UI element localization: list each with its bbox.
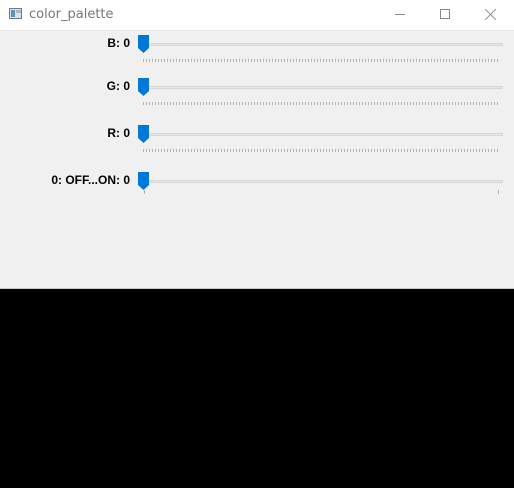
trackbar-switch-groove[interactable] [143, 180, 503, 183]
trackbar-g-thumb[interactable] [138, 78, 149, 96]
trackbar-r-ticks [143, 149, 499, 152]
trackbar-g-label: G: 0 [106, 79, 130, 93]
trackbar-r-thumb[interactable] [138, 125, 149, 143]
trackbar-b-groove[interactable] [143, 43, 503, 46]
minimize-button[interactable] [376, 0, 422, 30]
window: color_palette B: 0 G: 0 R: 0 0: OFF...ON… [0, 0, 514, 488]
window-title: color_palette [29, 7, 114, 22]
trackbar-switch-tick-start [144, 190, 145, 194]
maximize-button[interactable] [422, 0, 468, 30]
color-preview-canvas [0, 288, 514, 488]
trackbar-switch-tick-end [498, 190, 499, 194]
trackbar-g-ticks [143, 102, 499, 105]
trackbar-switch-label: 0: OFF...ON: 0 [51, 173, 130, 187]
trackbar-b-thumb[interactable] [138, 35, 149, 53]
trackbar-g-groove[interactable] [143, 86, 503, 89]
maximize-icon [440, 9, 450, 19]
close-button[interactable] [468, 0, 514, 30]
trackbar-b: B: 0 [0, 34, 514, 64]
trackbar-g: G: 0 [0, 77, 514, 107]
app-window-icon [9, 8, 22, 19]
title-bar[interactable]: color_palette [0, 0, 514, 30]
trackbar-b-ticks [143, 59, 499, 62]
trackbar-switch-thumb[interactable] [138, 172, 149, 190]
trackbar-panel: B: 0 G: 0 R: 0 0: OFF...ON: 0 [0, 30, 514, 288]
trackbar-r: R: 0 [0, 124, 514, 154]
trackbar-r-groove[interactable] [143, 133, 503, 136]
minimize-icon [395, 14, 405, 15]
close-icon [485, 8, 497, 20]
trackbar-b-label: B: 0 [107, 36, 130, 50]
trackbar-r-label: R: 0 [107, 126, 130, 140]
trackbar-switch: 0: OFF...ON: 0 [0, 171, 514, 201]
